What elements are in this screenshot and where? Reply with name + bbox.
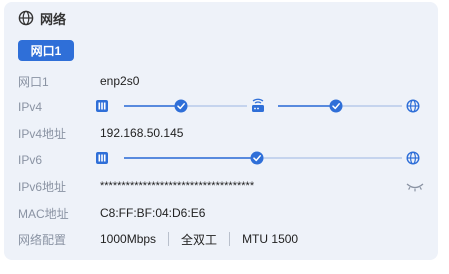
nic-icon — [96, 152, 108, 164]
ipv6-connection-path — [96, 151, 420, 165]
globe-icon — [406, 151, 420, 165]
network-card: 网络 网口1 网口1 enp2s0 IPv4 IPv4地址 192.168.50… — [4, 2, 438, 260]
check-icon — [250, 151, 264, 165]
